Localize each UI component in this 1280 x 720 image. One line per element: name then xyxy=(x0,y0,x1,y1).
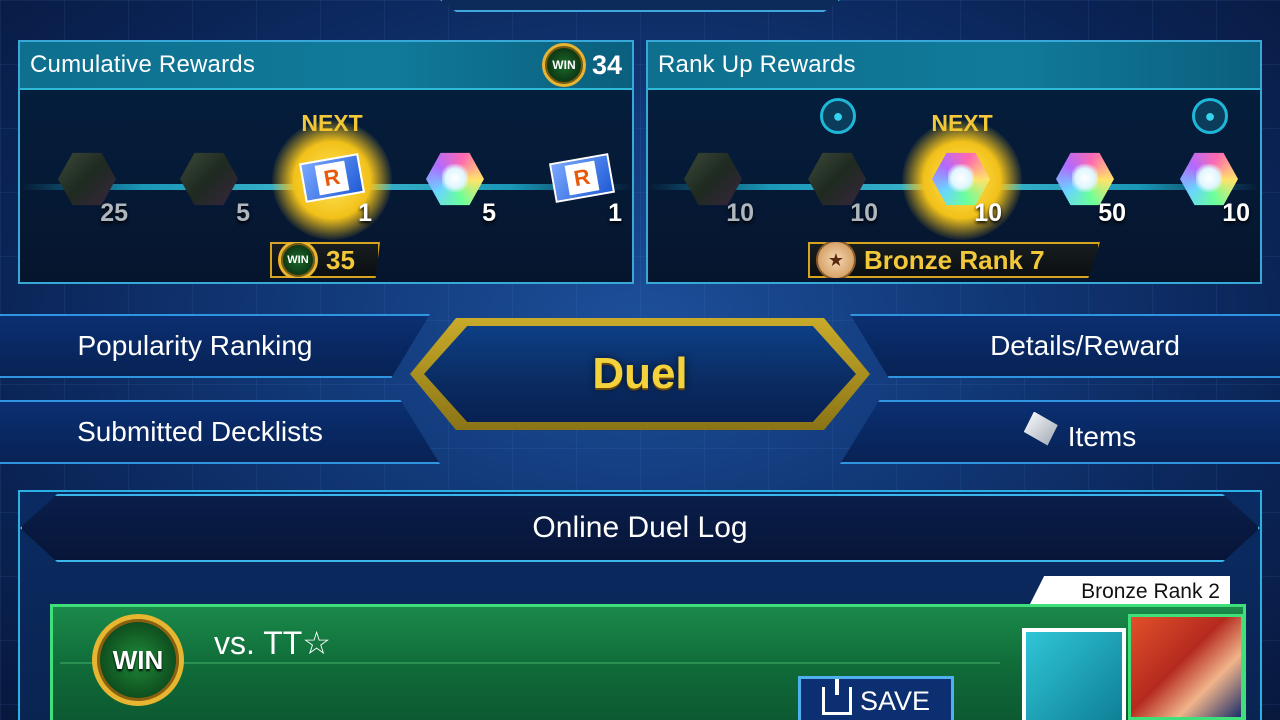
items-label-wrap: Items xyxy=(984,411,1137,453)
win-badge-icon: WIN xyxy=(541,43,586,87)
duel-label: Duel xyxy=(592,349,688,398)
reward-count: 50 xyxy=(1098,199,1126,227)
next-win-target-value: 35 xyxy=(326,244,355,275)
reward-count: 25 xyxy=(100,199,128,227)
reward-slot[interactable]: 5 xyxy=(418,146,496,227)
opponent-rank: Bronze Rank 2 xyxy=(1081,580,1220,603)
reward-count: 1 xyxy=(358,199,372,227)
items-icon xyxy=(1023,411,1058,446)
reward-count: 10 xyxy=(850,199,878,227)
win-count: WIN 34 xyxy=(541,43,622,87)
details-reward-label: Details/Reward xyxy=(990,330,1180,361)
opponent-avatar[interactable] xyxy=(1128,614,1244,720)
reward-slot-next[interactable]: NEXT 10 xyxy=(902,110,1022,240)
reward-slot[interactable]: 10 xyxy=(676,146,754,227)
next-rank-value: Bronze Rank 7 xyxy=(864,244,1045,275)
rank-up-rewards-title: Rank Up Rewards xyxy=(658,51,856,78)
duel-button[interactable]: Duel xyxy=(424,326,856,422)
rainbow-gem-icon xyxy=(426,152,484,206)
cumulative-rewards-title: Cumulative Rewards xyxy=(30,51,256,78)
reward-slot[interactable]: 50 xyxy=(1048,146,1126,227)
reward-count: 10 xyxy=(974,199,1002,227)
top-frame-decoration xyxy=(440,0,840,12)
details-reward-button[interactable]: Details/Reward xyxy=(850,314,1280,378)
win-emblem-icon: WIN xyxy=(80,612,196,708)
reward-slot[interactable]: 5 xyxy=(172,146,250,227)
next-win-target: WIN 35 xyxy=(270,242,380,278)
cumulative-rewards-panel: Cumulative Rewards WIN 34 25 5 NEXT R 1 … xyxy=(18,40,634,284)
win-badge-icon: WIN xyxy=(278,242,318,278)
save-label: SAVE xyxy=(859,685,931,716)
win-count-value: 34 xyxy=(591,49,622,80)
entry-divider xyxy=(60,662,1000,664)
reward-count: 5 xyxy=(236,199,250,227)
duel-log-title-bar: Online Duel Log xyxy=(20,494,1260,562)
submitted-decklists-label: Submitted Decklists xyxy=(77,416,323,447)
lock-icon: ● xyxy=(1192,98,1228,134)
reward-slot[interactable]: R 1 xyxy=(544,146,622,227)
reward-slot-next[interactable]: NEXT R 1 xyxy=(272,110,392,240)
next-rank-target: ★ Bronze Rank 7 xyxy=(808,242,1100,278)
download-icon xyxy=(821,679,852,715)
popularity-ranking-label: Popularity Ranking xyxy=(77,330,313,361)
duel-log-title: Online Duel Log xyxy=(532,511,748,544)
reward-count: 10 xyxy=(1222,199,1250,227)
items-button[interactable]: Items xyxy=(840,400,1280,464)
rank-up-rewards-panel: Rank Up Rewards 10 ● 10 NEXT 10 50 ● 10 … xyxy=(646,40,1262,284)
rank-mascot-icon: ★ xyxy=(816,242,856,278)
cumulative-rewards-header: Cumulative Rewards WIN 34 xyxy=(20,42,632,90)
reward-count: 10 xyxy=(726,199,754,227)
rank-up-rewards-header: Rank Up Rewards xyxy=(648,42,1260,90)
lock-icon: ● xyxy=(820,98,856,134)
reward-count: 5 xyxy=(482,199,496,227)
reward-slot[interactable]: ● 10 xyxy=(1172,98,1250,227)
save-replay-button[interactable]: SAVE xyxy=(798,676,954,720)
reward-slot[interactable]: 25 xyxy=(50,146,128,227)
opponent-name: vs. TT☆ xyxy=(214,625,331,661)
reward-count: 1 xyxy=(608,199,622,227)
dark-gem-icon xyxy=(180,152,238,206)
reward-slot[interactable]: ● 10 xyxy=(800,98,878,227)
win-emblem-ring: WIN xyxy=(92,614,184,706)
deck-box-icon xyxy=(1022,628,1126,720)
rental-ticket-icon: R xyxy=(548,153,616,203)
submitted-decklists-button[interactable]: Submitted Decklists xyxy=(0,400,440,464)
items-label: Items xyxy=(1067,420,1137,452)
popularity-ranking-button[interactable]: Popularity Ranking xyxy=(0,314,430,378)
